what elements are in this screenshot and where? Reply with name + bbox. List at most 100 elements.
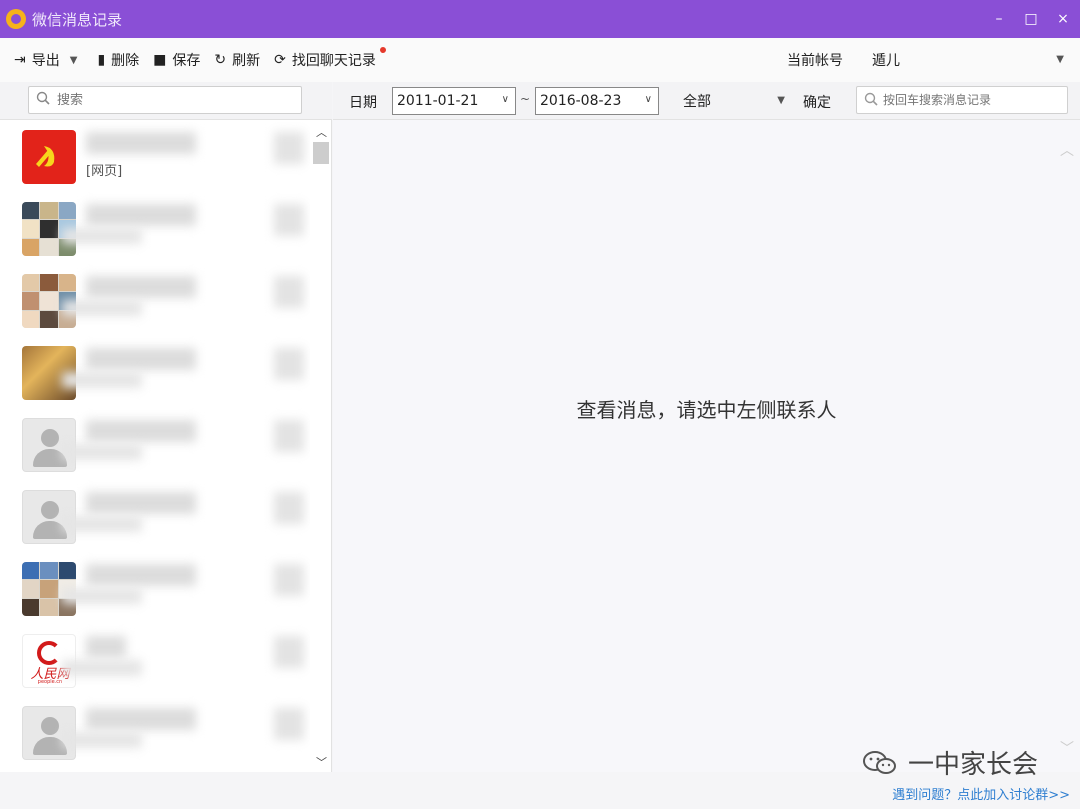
export-button[interactable]: ⇥ 导出 ▼ — [14, 50, 83, 70]
confirm-button[interactable]: 确定 — [803, 92, 831, 112]
list-item[interactable] — [0, 338, 310, 410]
scroll-down-icon[interactable]: ﹀ — [1060, 738, 1074, 758]
contact-preview — [62, 732, 142, 748]
export-label: 导出 — [31, 53, 60, 69]
minimize-icon[interactable]: – — [992, 11, 1006, 27]
contact-name — [86, 204, 196, 226]
help-link[interactable]: 遇到问题？点此加入讨论群>> — [892, 784, 1070, 803]
contact-preview — [62, 228, 142, 244]
message-search-input[interactable] — [856, 86, 1068, 114]
message-type-select[interactable]: 全部 ▼ — [677, 87, 789, 115]
list-item[interactable] — [0, 266, 310, 338]
filter-bar: 日期 2011-01-21 ∨ ~ 2016-08-23 ∨ 全部 ▼ 确定 — [333, 82, 1080, 120]
contact-preview — [62, 444, 142, 460]
account-select[interactable]: 遁儿 ▼ — [864, 46, 1074, 74]
scrollbar-thumb[interactable] — [313, 142, 329, 164]
contact-preview — [62, 300, 142, 316]
recover-label: 找回聊天记录 — [291, 53, 376, 69]
watermark-text: 一中家长会 — [908, 750, 1039, 780]
contact-scrollbar[interactable]: ︿ ﹀ — [312, 122, 330, 772]
scroll-up-icon[interactable]: ︿ — [316, 124, 327, 140]
contact-time — [274, 636, 304, 668]
end-date-value: 2016-08-23 — [540, 93, 622, 109]
save-button[interactable]: ■ 保存 — [153, 50, 200, 70]
watermark: 一中家长会 — [862, 744, 1038, 781]
empty-state-message: 查看消息，请选中左侧联系人 — [576, 398, 837, 422]
list-item[interactable] — [0, 482, 310, 554]
scroll-down-icon[interactable]: ﹀ — [316, 754, 327, 770]
chevron-down-icon: ▼ — [777, 95, 785, 106]
wechat-icon — [863, 750, 896, 774]
contact-time — [274, 276, 304, 308]
contact-name — [86, 492, 196, 514]
window-controls: – □ × — [992, 0, 1070, 38]
avatar — [22, 130, 76, 184]
contact-time — [274, 204, 304, 236]
chevron-down-icon: ▼ — [1056, 54, 1064, 65]
close-icon[interactable]: × — [1056, 11, 1070, 27]
contact-list: [网页] 人民网 people.cn — [0, 122, 310, 772]
contact-name — [86, 132, 196, 154]
account-value: 遁儿 — [872, 53, 900, 69]
account-label: 当前帐号 — [787, 53, 843, 69]
contact-preview — [62, 516, 142, 532]
export-dropdown-icon[interactable]: ▼ — [70, 55, 78, 66]
contact-panel: [网页] — [0, 82, 332, 772]
end-date-picker[interactable]: 2016-08-23 ∨ — [535, 87, 659, 115]
chevron-down-icon: ∨ — [501, 94, 509, 105]
start-date-picker[interactable]: 2011-01-21 ∨ — [392, 87, 516, 115]
list-item[interactable] — [0, 410, 310, 482]
footer: 一中家长会 遇到问题？点此加入讨论群>> — [0, 750, 1080, 809]
trash-icon: ▮ — [97, 52, 106, 68]
people-daily-logo-icon — [37, 641, 61, 665]
date-range-separator: ~ — [520, 92, 531, 106]
window-title: 微信消息记录 — [32, 10, 123, 29]
contact-search-bar — [0, 82, 332, 120]
title-bar: 微信消息记录 – □ × — [0, 0, 1080, 38]
contact-preview — [62, 588, 142, 604]
app-logo-icon — [6, 9, 26, 29]
contact-time — [274, 348, 304, 380]
start-date-value: 2011-01-21 — [397, 93, 479, 109]
contact-time — [274, 564, 304, 596]
contact-time — [274, 132, 304, 164]
recover-icon: ⟳ — [274, 52, 286, 68]
recover-history-button[interactable]: ⟳ 找回聊天记录 — [274, 47, 386, 70]
contact-time — [274, 708, 304, 740]
delete-label: 删除 — [111, 53, 140, 69]
search-icon — [864, 92, 878, 106]
contact-search-input[interactable] — [28, 86, 302, 114]
refresh-icon: ↻ — [214, 52, 227, 68]
contact-name — [86, 348, 196, 370]
list-item[interactable]: [网页] — [0, 122, 310, 194]
contact-preview — [62, 660, 142, 676]
chevron-down-icon: ∨ — [644, 94, 652, 105]
list-item[interactable] — [0, 554, 310, 626]
contact-preview — [62, 372, 142, 388]
contact-name — [86, 708, 196, 730]
export-icon: ⇥ — [14, 52, 26, 68]
people-daily-logo-sub: people.cn — [37, 679, 63, 685]
list-item[interactable]: 人民网 people.cn — [0, 626, 310, 698]
list-item[interactable] — [0, 194, 310, 266]
contact-time — [274, 420, 304, 452]
save-label: 保存 — [172, 53, 201, 69]
contact-name — [86, 420, 196, 442]
contact-name — [86, 564, 196, 586]
refresh-button[interactable]: ↻ 刷新 — [214, 50, 260, 70]
refresh-label: 刷新 — [232, 53, 261, 69]
maximize-icon[interactable]: □ — [1024, 11, 1038, 27]
save-icon: ■ — [153, 52, 167, 68]
list-item[interactable] — [0, 698, 310, 770]
notification-dot — [379, 47, 386, 53]
scroll-up-icon[interactable]: ︿ — [1060, 140, 1074, 160]
party-emblem-icon — [36, 146, 55, 167]
toolbar: ⇥ 导出 ▼ ▮ 删除 ■ 保存 ↻ 刷新 ⟳ 找回聊天记录 当前帐号 遁儿 ▼ — [0, 38, 1080, 82]
contact-name — [86, 636, 126, 658]
contact-time — [274, 492, 304, 524]
date-label: 日期 — [349, 95, 377, 111]
contact-name — [86, 276, 196, 298]
delete-button[interactable]: ▮ 删除 — [97, 50, 139, 70]
message-panel: 日期 2011-01-21 ∨ ~ 2016-08-23 ∨ 全部 ▼ 确定 查… — [333, 82, 1080, 772]
message-type-value: 全部 — [683, 94, 711, 110]
